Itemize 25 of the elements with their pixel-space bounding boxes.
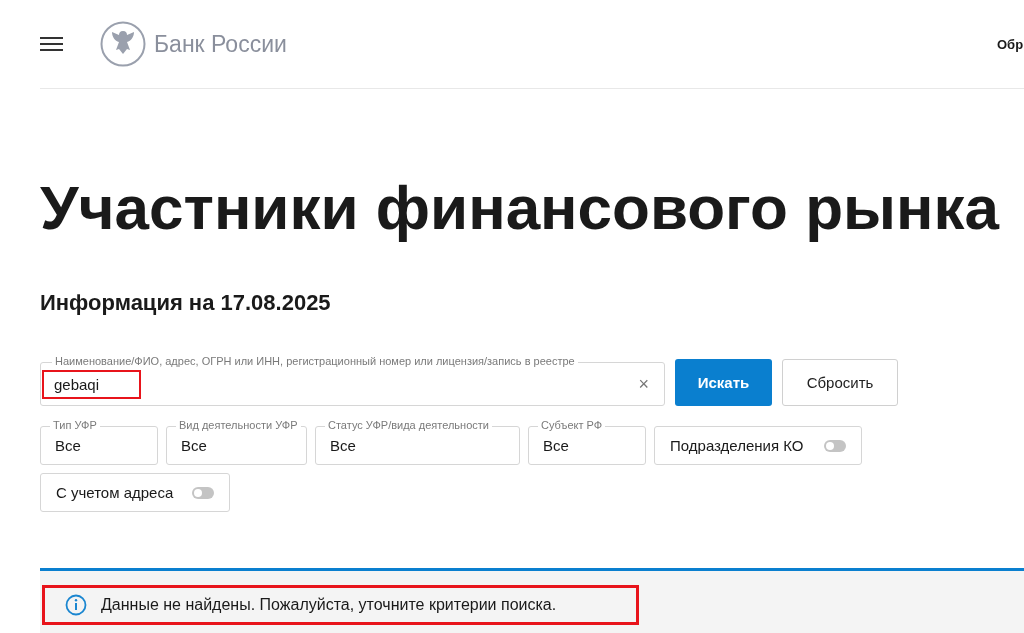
field-label: Субъект РФ	[538, 418, 606, 432]
field-label: Тип УФР	[50, 418, 100, 432]
reset-button[interactable]: Сбросить	[782, 359, 898, 406]
filter-select[interactable]: Тип УФР Все	[40, 418, 158, 465]
page-title: Участники финансового рынка	[40, 173, 1001, 243]
toggle-switch[interactable]	[824, 439, 846, 452]
search-button[interactable]: Искать	[675, 359, 772, 406]
field-label: Вид деятельности УФР	[176, 418, 301, 432]
no-results-message: Данные не найдены. Пожалуйста, уточните критерии поиска.	[101, 596, 557, 614]
info-icon	[65, 594, 87, 616]
clear-icon[interactable]: ×	[638, 373, 649, 395]
eagle-emblem-icon[interactable]	[100, 21, 146, 67]
menu-icon[interactable]	[40, 37, 63, 51]
search-field[interactable]: Наименование/ФИО, адрес, ОГРН или ИНН, регистрационный номер или лицензия/запись в реестре gebaqi ×	[40, 354, 665, 406]
search-value: gebaqi	[42, 369, 142, 399]
filter-select[interactable]: Вид деятельности УФР Все	[166, 418, 307, 465]
toggle-label: Подразделения КО	[670, 437, 804, 454]
filter-select[interactable]: Субъект РФ Все	[528, 418, 646, 465]
info-date: Информация на 17.08.2025	[40, 289, 332, 317]
toggle-label: С учетом адреса	[56, 484, 174, 501]
filter-select[interactable]: Статус УФР/вида деятельности Все	[315, 418, 520, 465]
toggle-switch[interactable]	[192, 486, 214, 499]
field-label: Наименование/ФИО, адрес, ОГРН или ИНН, регистрационный номер или лицензия/запись в реестре	[52, 354, 578, 368]
nav-link[interactable]: Обр	[997, 37, 1024, 52]
field-label: Статус УФР/вида деятельности	[325, 418, 492, 432]
